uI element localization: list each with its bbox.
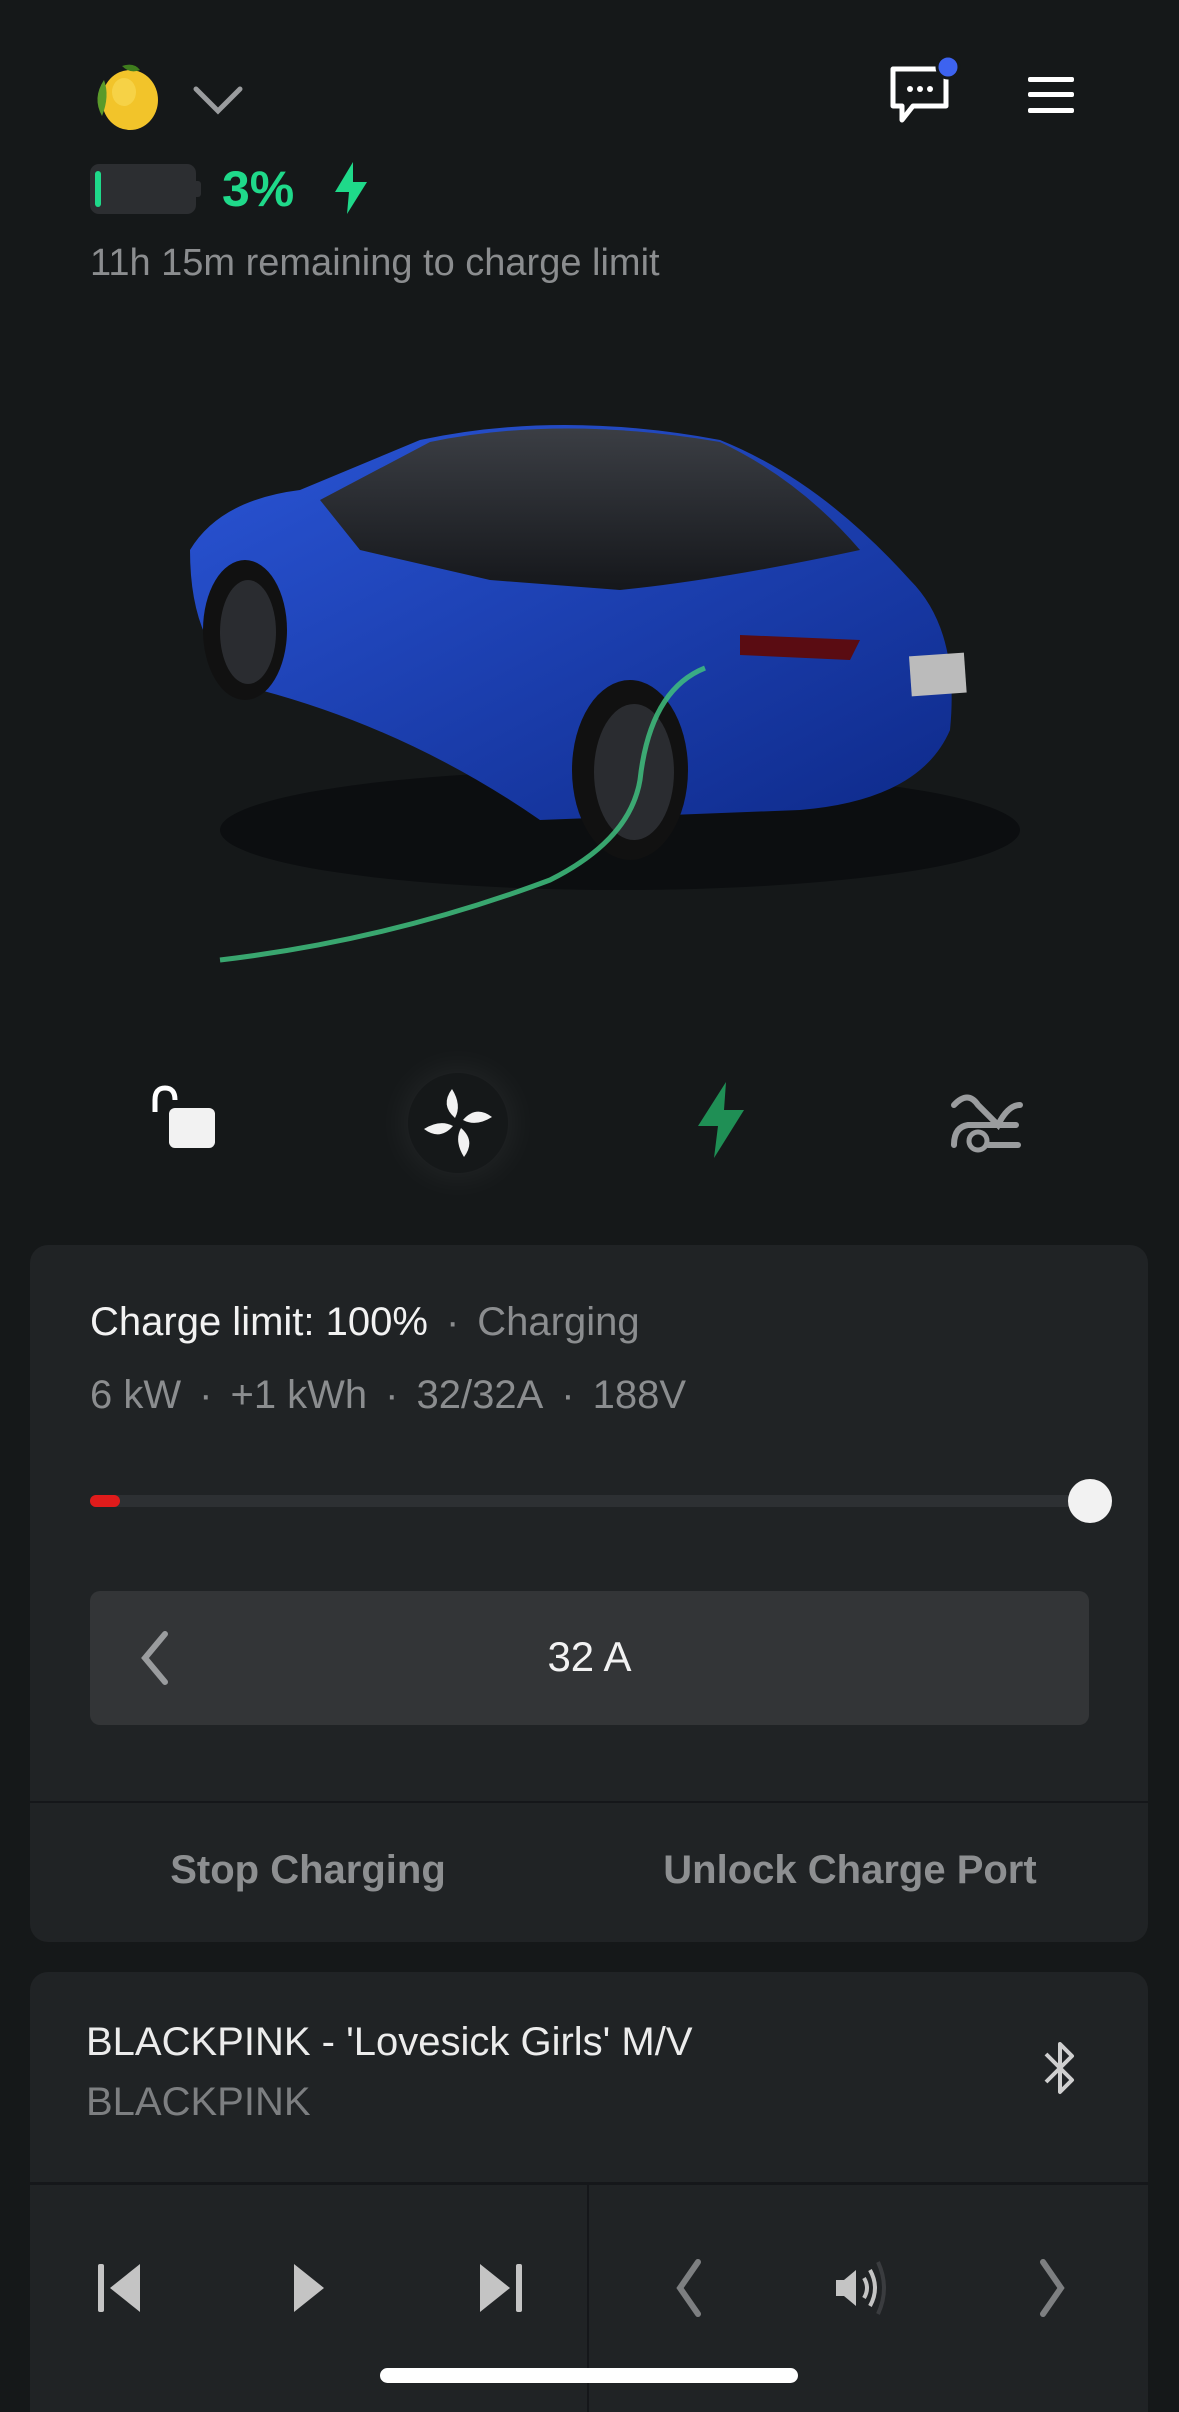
charge-level-fill: [90, 1495, 120, 1507]
power-stat: 6 kW: [90, 1373, 182, 1417]
chevron-down-icon[interactable]: [193, 85, 243, 115]
lemon-icon: [97, 64, 158, 130]
amps-stepper[interactable]: 32 A: [90, 1591, 1089, 1725]
charging-stats: 6 kW · +1 kWh · 32/32A · 188V: [90, 1373, 687, 1417]
play-icon[interactable]: [278, 2258, 338, 2318]
climate-button[interactable]: [408, 1073, 508, 1173]
car-remote-icon: [951, 1094, 1023, 1153]
menu-button[interactable]: [1025, 75, 1080, 115]
volume-icon: [836, 2261, 886, 2315]
slider-knob[interactable]: [1068, 1479, 1112, 1523]
charging-status: Charging: [477, 1300, 640, 1344]
charge-time-remaining: 11h 15m remaining to charge limit: [90, 242, 660, 284]
volume-down-chevron-icon[interactable]: [668, 2258, 708, 2318]
lightning-bolt-icon: [698, 1082, 744, 1158]
previous-track-icon[interactable]: [90, 2258, 150, 2318]
chat-bubble-icon: [890, 54, 961, 123]
amps-value: 32 A: [547, 1633, 632, 1680]
charging-bolt-icon: [335, 162, 367, 214]
messages-button[interactable]: [888, 52, 963, 127]
lock-button[interactable]: [145, 1080, 225, 1160]
charging-button[interactable]: [692, 1080, 752, 1160]
car-image: [190, 425, 1020, 963]
media-card: BLACKPINK - 'Lovesick Girls' M/V BLACKPI…: [30, 1972, 1148, 2412]
current-stat: 32/32A: [416, 1373, 544, 1417]
battery-indicator: [90, 164, 202, 214]
charge-limit-slider[interactable]: [90, 1475, 1120, 1525]
charge-limit-label: Charge limit: 100%: [90, 1300, 428, 1344]
hamburger-menu-icon: [1028, 77, 1074, 113]
profile-selector[interactable]: [88, 60, 248, 130]
track-title: BLACKPINK - 'Lovesick Girls' M/V: [86, 2020, 693, 2064]
unlock-charge-port-button[interactable]: Unlock Charge Port: [570, 1848, 1130, 1893]
next-track-icon[interactable]: [470, 2258, 530, 2318]
charge-summary: Charge limit: 100% · Charging: [90, 1300, 640, 1344]
energy-added-stat: +1 kWh: [230, 1373, 368, 1417]
home-indicator: [380, 2368, 798, 2383]
track-artist: BLACKPINK: [86, 2080, 311, 2124]
divider: [30, 1801, 1148, 1803]
notification-dot: [935, 54, 961, 80]
stop-charging-button[interactable]: Stop Charging: [30, 1848, 586, 1893]
battery-percent: 3%: [222, 161, 295, 217]
volume-up-chevron-icon[interactable]: [1033, 2258, 1073, 2318]
bluetooth-icon[interactable]: [1040, 2038, 1080, 2098]
summon-button[interactable]: [948, 1085, 1028, 1155]
charging-card: Charge limit: 100% · Charging 6 kW · +1 kWh ·…: [30, 1245, 1148, 1942]
divider: [30, 2182, 1148, 2185]
battery-fill: [95, 171, 101, 207]
voltage-stat: 188V: [592, 1373, 687, 1417]
fan-icon: [424, 1089, 492, 1157]
unlocked-padlock-icon: [152, 1085, 215, 1148]
